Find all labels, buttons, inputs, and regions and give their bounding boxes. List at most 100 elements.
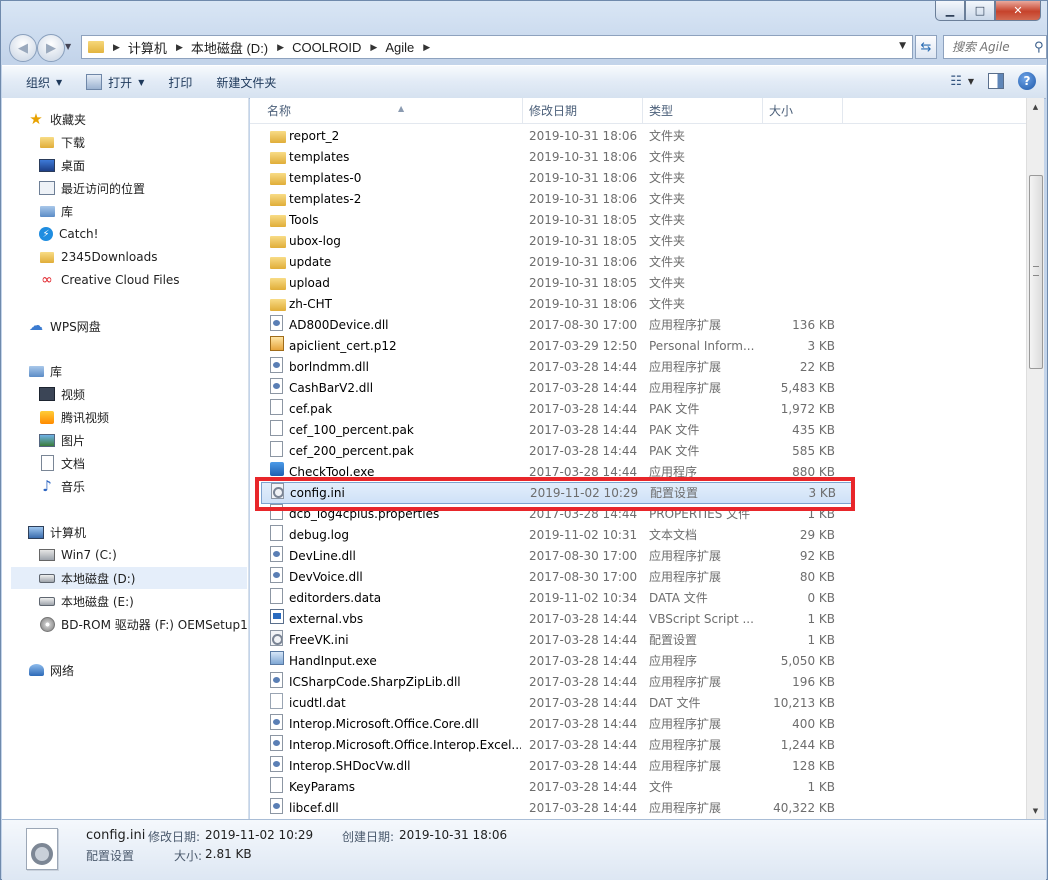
nav-2345downloads[interactable]: 2345Downloads	[39, 246, 157, 268]
file-size: 1,244 KB	[780, 738, 835, 752]
chevron-right-icon[interactable]: ▶	[370, 42, 377, 53]
column-header-modified[interactable]: 修改日期	[523, 98, 643, 123]
view-options-dropdown-icon[interactable]: ▼	[968, 77, 974, 86]
table-row[interactable]: HandInput.exe 2017-03-28 14:44 应用程序 5,050 K…	[250, 651, 1026, 672]
open-button[interactable]: 打开 ▼	[86, 74, 144, 91]
table-row[interactable]: DevLine.dll 2017-08-30 17:00 应用程序扩展 92 KB	[250, 546, 1026, 567]
address-dropdown-icon[interactable]: ▼	[899, 41, 906, 51]
table-row[interactable]: zh-CHT 2019-10-31 18:06 文件夹	[250, 294, 1026, 315]
nav-libraries-shortcut[interactable]: 库	[39, 200, 73, 222]
table-row[interactable]: cef.pak 2017-03-28 14:44 PAK 文件 1,972 KB	[250, 399, 1026, 420]
file-type: 配置设置	[649, 633, 698, 647]
help-icon[interactable]: ?	[1018, 72, 1036, 90]
nav-drive-d[interactable]: 本地磁盘 (D:)	[11, 567, 247, 589]
table-row[interactable]: dcb_log4cplus.properties 2017-03-28 14:44…	[250, 504, 1026, 525]
column-header-size[interactable]: 大小	[763, 98, 843, 123]
nav-music[interactable]: ♪ 音乐	[39, 475, 85, 497]
table-row[interactable]: debug.log 2019-11-02 10:31 文本文档 29 KB	[250, 525, 1026, 546]
table-row[interactable]: editorders.data 2019-11-02 10:34 DATA 文件 0 …	[250, 588, 1026, 609]
chevron-right-icon[interactable]: ▶	[423, 42, 430, 53]
table-row[interactable]: Interop.Microsoft.Office.Core.dll 2017-03…	[250, 714, 1026, 735]
nav-wps-cloud[interactable]: ☁ WPS网盘	[28, 315, 101, 337]
table-row[interactable]: templates-0 2019-10-31 18:06 文件夹	[250, 168, 1026, 189]
file-modified-date: 2017-03-28 14:44	[529, 612, 638, 626]
nav-drive-e[interactable]: 本地磁盘 (E:)	[39, 590, 134, 612]
search-box[interactable]: ⚲	[943, 35, 1047, 59]
nav-favorites[interactable]: ★ 收藏夹	[28, 108, 86, 130]
new-folder-button[interactable]: 新建文件夹	[216, 74, 276, 91]
file-modified-date: 2017-08-30 17:00	[529, 570, 638, 584]
chevron-right-icon[interactable]: ▶	[277, 42, 284, 53]
scroll-down-icon[interactable]: ▼	[1027, 802, 1044, 819]
table-row[interactable]: update 2019-10-31 18:06 文件夹	[250, 252, 1026, 273]
nav-libraries[interactable]: 库	[28, 360, 62, 382]
nav-recent-places[interactable]: 最近访问的位置	[39, 177, 145, 199]
close-button[interactable]: ✕	[995, 1, 1041, 21]
print-button[interactable]: 打印	[168, 74, 192, 91]
breadcrumb-agile[interactable]: Agile	[385, 40, 414, 55]
minimize-button[interactable]: ▁	[935, 1, 965, 21]
file-type: 应用程序扩展	[649, 738, 722, 752]
scrollbar-thumb[interactable]	[1029, 175, 1043, 369]
table-row[interactable]: ubox-log 2019-10-31 18:05 文件夹	[250, 231, 1026, 252]
breadcrumb-coolroid[interactable]: COOLROID	[292, 40, 361, 55]
table-row[interactable]: report_2 2019-10-31 18:06 文件夹	[250, 126, 1026, 147]
organize-button[interactable]: 组织 ▼	[26, 74, 62, 91]
breadcrumb-computer[interactable]: 计算机	[128, 38, 167, 57]
table-row[interactable]: external.vbs 2017-03-28 14:44 VBScript Scr…	[250, 609, 1026, 630]
nav-network[interactable]: 网络	[28, 659, 74, 681]
preview-pane-icon[interactable]	[988, 73, 1004, 89]
details-size-label: 大小:	[174, 849, 203, 863]
table-row[interactable]: Tools 2019-10-31 18:05 文件夹	[250, 210, 1026, 231]
table-row[interactable]: borlndmm.dll 2017-03-28 14:44 应用程序扩展 22 KB	[250, 357, 1026, 378]
forward-button[interactable]: ▶	[37, 34, 65, 62]
table-row[interactable]: libcef.dll 2017-03-28 14:44 应用程序扩展 40,322 K…	[250, 798, 1026, 819]
chevron-right-icon[interactable]: ▶	[176, 42, 183, 53]
maximize-button[interactable]: □	[965, 1, 995, 21]
table-row[interactable]: templates 2019-10-31 18:06 文件夹	[250, 147, 1026, 168]
nav-drive-f[interactable]: BD-ROM 驱动器 (F:) OEMSetup19	[39, 613, 248, 635]
recent-pages-dropdown-icon[interactable]: ▼	[65, 42, 71, 51]
scroll-up-icon[interactable]: ▲	[1027, 98, 1044, 115]
nav-videos[interactable]: 视频	[39, 383, 85, 405]
nav-pictures[interactable]: 图片	[39, 429, 85, 451]
table-row[interactable]: config.ini 2019-11-02 10:29 配置设置 3 KB	[261, 482, 855, 504]
table-row[interactable]: templates-2 2019-10-31 18:06 文件夹	[250, 189, 1026, 210]
table-row[interactable]: cef_100_percent.pak 2017-03-28 14:44 PAK 文…	[250, 420, 1026, 441]
table-row[interactable]: icudtl.dat 2017-03-28 14:44 DAT 文件 10,213 K…	[250, 693, 1026, 714]
table-row[interactable]: FreeVK.ini 2017-03-28 14:44 配置设置 1 KB	[250, 630, 1026, 651]
nav-desktop[interactable]: 桌面	[39, 154, 85, 176]
nav-computer[interactable]: 计算机	[28, 521, 86, 543]
file-size: 80 KB	[799, 570, 835, 584]
nav-drive-c[interactable]: Win7 (C:)	[39, 544, 117, 566]
vbs-file-icon	[270, 609, 284, 624]
table-row[interactable]: DevVoice.dll 2017-08-30 17:00 应用程序扩展 80 KB	[250, 567, 1026, 588]
nav-downloads[interactable]: 下载	[39, 131, 85, 153]
table-row[interactable]: apiclient_cert.p12 2017-03-29 12:50 Person…	[250, 336, 1026, 357]
search-input[interactable]	[950, 39, 1034, 55]
vertical-scrollbar[interactable]: ▲ ▼	[1026, 98, 1044, 819]
refresh-button[interactable]: ⇆	[915, 35, 937, 59]
table-row[interactable]: CheckTool.exe 2017-03-28 14:44 应用程序 880 KB	[250, 462, 1026, 483]
table-row[interactable]: Interop.SHDocVw.dll 2017-03-28 14:44 应用程序扩…	[250, 756, 1026, 777]
table-row[interactable]: CashBarV2.dll 2017-03-28 14:44 应用程序扩展 5,483…	[250, 378, 1026, 399]
nav-tencent-video[interactable]: 腾讯视频	[39, 406, 109, 428]
column-header-name[interactable]: 名称 ▲	[261, 98, 523, 123]
nav-catch[interactable]: ⚡ Catch!	[39, 223, 98, 245]
plain-file-icon	[270, 504, 283, 520]
table-row[interactable]: cef_200_percent.pak 2017-03-28 14:44 PAK 文…	[250, 441, 1026, 462]
chevron-right-icon[interactable]: ▶	[113, 42, 120, 53]
nav-creative-cloud[interactable]: ∞ Creative Cloud Files	[39, 269, 179, 291]
table-row[interactable]: AD800Device.dll 2017-08-30 17:00 应用程序扩展 136…	[250, 315, 1026, 336]
nav-documents[interactable]: 文档	[39, 452, 85, 474]
search-icon[interactable]: ⚲	[1034, 40, 1044, 55]
change-view-icon[interactable]: ☷	[950, 74, 962, 89]
table-row[interactable]: Interop.Microsoft.Office.Interop.Excel..…	[250, 735, 1026, 756]
breadcrumb-drive-d[interactable]: 本地磁盘 (D:)	[191, 38, 268, 57]
address-bar[interactable]: ▶ 计算机 ▶ 本地磁盘 (D:) ▶ COOLROID ▶ Agile ▶ ▼	[81, 35, 913, 59]
table-row[interactable]: ICSharpCode.SharpZipLib.dll 2017-03-28 14…	[250, 672, 1026, 693]
table-row[interactable]: upload 2019-10-31 18:05 文件夹	[250, 273, 1026, 294]
table-row[interactable]: KeyParams 2017-03-28 14:44 文件 1 KB	[250, 777, 1026, 798]
column-header-type[interactable]: 类型	[643, 98, 763, 123]
back-button[interactable]: ◀	[9, 34, 37, 62]
